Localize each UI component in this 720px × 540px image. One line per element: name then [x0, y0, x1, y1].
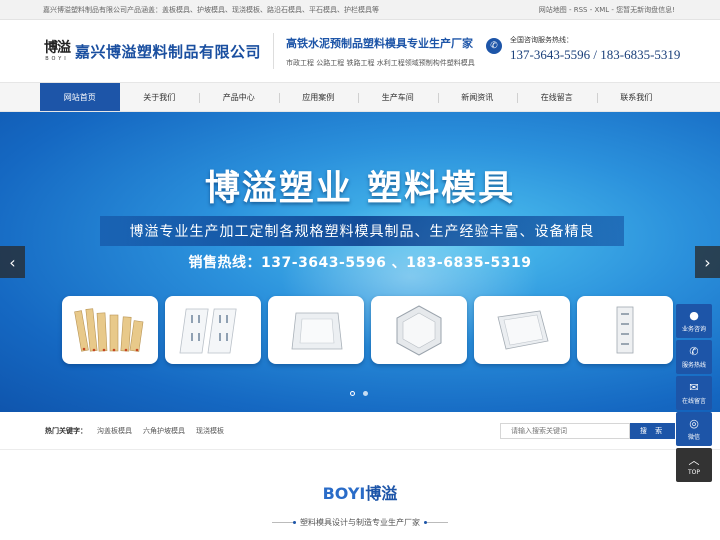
- hot-keywords-bar: 热门关键字： 沟盖板模具 六角护坡模具 现浇模板 搜 索: [0, 412, 720, 450]
- hotline-label: 全国咨询服务热线：: [510, 36, 573, 44]
- header-hotline: ✆ 全国咨询服务热线： 137-3643-5596 / 183-6835-531…: [486, 35, 680, 63]
- header-divider: [273, 33, 275, 69]
- section-brand-cn: 博溢: [365, 484, 398, 503]
- wechat-icon: ◎: [689, 417, 699, 430]
- logo-mark: 博溢 BOYI: [42, 39, 72, 62]
- slogan-sub: 市政工程 公路工程 铁路工程 水利工程领域预制构件塑料模具: [286, 58, 475, 67]
- nav-item-home[interactable]: 网站首页: [40, 83, 120, 111]
- section-brand-en: BOYI: [322, 484, 366, 503]
- float-label: 服务热线: [681, 362, 706, 369]
- header-slogan: 高铁水泥预制品塑料模具专业生产厂家 市政工程 公路工程 铁路工程 水利工程领域预…: [286, 35, 475, 68]
- section-subtitle: 塑料模具设计与制造专业生产厂家: [300, 518, 420, 527]
- banner-dot-1[interactable]: [350, 391, 355, 396]
- logo-cn: 博溢: [44, 39, 71, 56]
- banner-next-button[interactable]: ›: [695, 246, 720, 278]
- slogan-main: 高铁水泥预制品塑料模具专业生产厂家: [286, 36, 474, 50]
- hero-banner[interactable]: 博溢塑业 塑料模具 博溢专业生产加工定制各规格塑料模具制品、生产经验丰富、设备精…: [0, 112, 720, 412]
- nav-item-about[interactable]: 关于我们: [120, 83, 200, 111]
- product-image-slotted-molds: [165, 296, 261, 364]
- phone-icon: ✆: [689, 345, 699, 358]
- logo[interactable]: 博溢 BOYI 嘉兴博溢塑料制品有限公司: [42, 39, 262, 62]
- top-links[interactable]: 网站地图 - RSS - XML - 您暂无新询盘信息!: [539, 5, 675, 15]
- nav-item-news[interactable]: 新闻资讯: [437, 83, 518, 111]
- hotline-numbers: 137-3643-5596 / 183-6835-5319: [510, 47, 681, 62]
- keywords-label: 热门关键字：: [45, 426, 87, 435]
- banner-subtitle-band: 博溢专业生产加工定制各规格塑料模具制品、生产经验丰富、设备精良: [100, 216, 624, 246]
- nav-item-contact[interactable]: 联系我们: [596, 83, 677, 111]
- nav-item-message[interactable]: 在线留言: [517, 83, 597, 111]
- banner-product-row: [62, 296, 673, 364]
- company-name: 嘉兴博溢塑料制品有限公司: [75, 42, 262, 61]
- keyword-link[interactable]: 沟盖板模具: [97, 426, 132, 436]
- product-image-box-mold: [268, 296, 364, 364]
- product-image-hexagon-mold: [371, 296, 467, 364]
- nav-item-products[interactable]: 产品中心: [199, 83, 279, 111]
- product-image-boards: [62, 296, 158, 364]
- float-hotline-button[interactable]: ✆ 服务热线: [676, 340, 712, 374]
- banner-hotline: 销售热线：137-3643-5596 、183-6835-5319: [188, 255, 532, 271]
- float-label: 微信: [687, 434, 700, 441]
- site-header: 博溢 BOYI 嘉兴博溢塑料制品有限公司 高铁水泥预制品塑料模具专业生产厂家 市…: [0, 20, 720, 82]
- float-consult-button[interactable]: ● 业务咨询: [676, 304, 712, 338]
- section-brand: BOYI博溢: [0, 480, 720, 504]
- search-input[interactable]: [500, 423, 630, 439]
- nav-item-cases[interactable]: 应用案例: [278, 83, 359, 111]
- logo-en: BOYI: [45, 55, 69, 62]
- decor-line-left: [272, 521, 296, 524]
- company-intro-text: 嘉兴博溢塑料制品有限公司产品涵盖：盖板模具、护坡模具、现浇模板、路沿石模具、平石…: [43, 5, 379, 14]
- float-message-button[interactable]: ✉ 在线留言: [676, 376, 712, 410]
- banner-pagination: [350, 391, 368, 396]
- banner-prev-button[interactable]: ‹: [0, 246, 25, 278]
- float-wechat-button[interactable]: ◎ 微信: [676, 412, 712, 446]
- chat-bubble-icon: ●: [689, 309, 699, 322]
- banner-title: 博溢塑业 塑料模具: [204, 169, 516, 209]
- main-nav: 网站首页 关于我们 产品中心 应用案例 生产车间 新闻资讯 在线留言 联系我们: [0, 82, 720, 112]
- floating-service-bar: ● 业务咨询 ✆ 服务热线 ✉ 在线留言 ◎ 微信 ︿ TOP: [676, 304, 712, 484]
- keyword-link[interactable]: 六角护坡模具: [143, 426, 185, 436]
- section-subtitle-row: 塑料模具设计与制造专业生产厂家: [0, 517, 720, 528]
- search-button[interactable]: 搜 索: [630, 423, 675, 439]
- float-label: 在线留言: [681, 398, 706, 405]
- nav-item-workshop[interactable]: 生产车间: [358, 83, 438, 111]
- decor-line-right: [424, 521, 448, 524]
- message-icon: ✉: [689, 381, 699, 394]
- product-image-square-mold: [474, 296, 570, 364]
- chevron-left-icon: ‹: [9, 252, 16, 272]
- phone-icon: ✆: [486, 38, 502, 54]
- float-label: 业务咨询: [681, 326, 706, 333]
- chevron-right-icon: ›: [704, 252, 711, 272]
- back-to-top-button[interactable]: ︿ TOP: [676, 448, 712, 482]
- banner-subtitle: 博溢专业生产加工定制各规格塑料模具制品、生产经验丰富、设备精良: [129, 224, 595, 240]
- search-form: 搜 索: [500, 423, 675, 439]
- keyword-link[interactable]: 现浇模板: [196, 426, 224, 436]
- float-label: TOP: [687, 469, 700, 476]
- top-info-bar: 嘉兴博溢塑料制品有限公司产品涵盖：盖板模具、护坡模具、现浇模板、路沿石模具、平石…: [0, 0, 720, 20]
- banner-dot-2[interactable]: [363, 391, 368, 396]
- product-image-channel-mold: [577, 296, 673, 364]
- arrow-up-icon: ︿: [688, 454, 700, 467]
- intro-section-heading: BOYI博溢 塑料模具设计与制造专业生产厂家: [0, 480, 720, 528]
